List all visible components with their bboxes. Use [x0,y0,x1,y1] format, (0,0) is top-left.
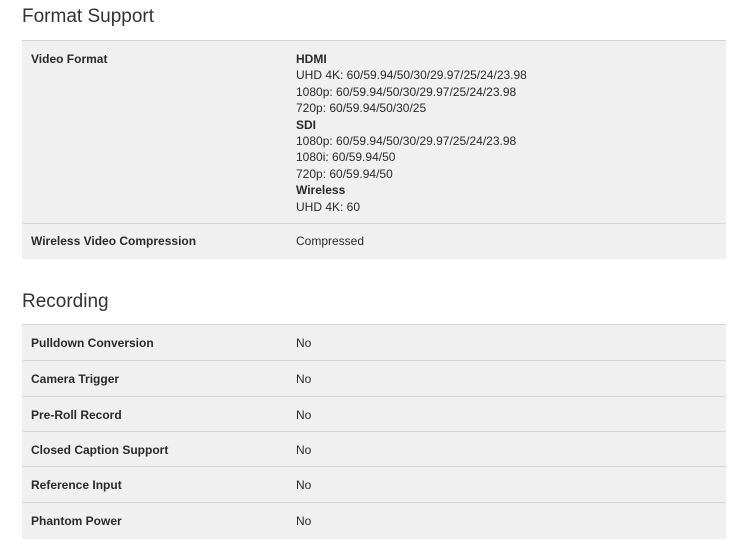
format-support-table: Video Format HDMI UHD 4K: 60/59.94/50/30… [22,40,726,259]
group-heading-wireless: Wireless [296,183,346,198]
format-line: 1080p: 60/59.94/50/30/29.97/25/24/23.98 [296,84,517,99]
spec-row-wireless-video-compression: Wireless Video Compression Compressed [22,224,726,259]
spec-row-closed-caption-support: Closed Caption Support No [22,432,726,467]
recording-table: Pulldown Conversion No Camera Trigger No… [22,324,726,539]
spec-row-phantom-power: Phantom Power No [22,503,726,539]
spec-value: No [296,443,312,457]
spec-row-pulldown-conversion: Pulldown Conversion No [22,325,726,361]
format-line: UHD 4K: 60 [296,199,361,214]
spec-label: Wireless Video Compression [31,234,197,248]
spec-label: Video Format [31,52,108,66]
spec-label: Camera Trigger [31,372,120,386]
format-line: 720p: 60/59.94/50/30/25 [296,101,427,116]
spec-value: No [296,408,312,422]
format-line: 1080i: 60/59.94/50 [296,150,396,165]
spec-value-video-format: HDMI UHD 4K: 60/59.94/50/30/29.97/25/24/… [296,51,527,215]
spec-row-video-format: Video Format HDMI UHD 4K: 60/59.94/50/30… [22,41,726,224]
spec-label: Closed Caption Support [31,443,169,457]
spec-label: Reference Input [31,478,122,492]
spec-label: Pre-Roll Record [31,408,122,422]
spec-value: No [296,478,312,492]
spec-value: No [296,372,312,386]
spec-value: No [296,336,312,350]
spec-row-camera-trigger: Camera Trigger No [22,361,726,397]
spec-row-reference-input: Reference Input No [22,467,726,503]
group-heading-hdmi: HDMI [296,52,327,66]
spec-row-pre-roll-record: Pre-Roll Record No [22,397,726,432]
spec-label: Pulldown Conversion [31,336,154,350]
section-title-format-support: Format Support [22,6,154,27]
spec-value: No [296,514,312,528]
spec-label: Phantom Power [31,514,122,528]
format-line: 720p: 60/59.94/50 [296,166,393,181]
group-heading-sdi: SDI [296,117,317,132]
section-title-recording: Recording [22,291,109,312]
format-line: UHD 4K: 60/59.94/50/30/29.97/25/24/23.98 [296,68,527,83]
format-line: 1080p: 60/59.94/50/30/29.97/25/24/23.98 [296,134,517,149]
spec-value: Compressed [296,234,365,248]
